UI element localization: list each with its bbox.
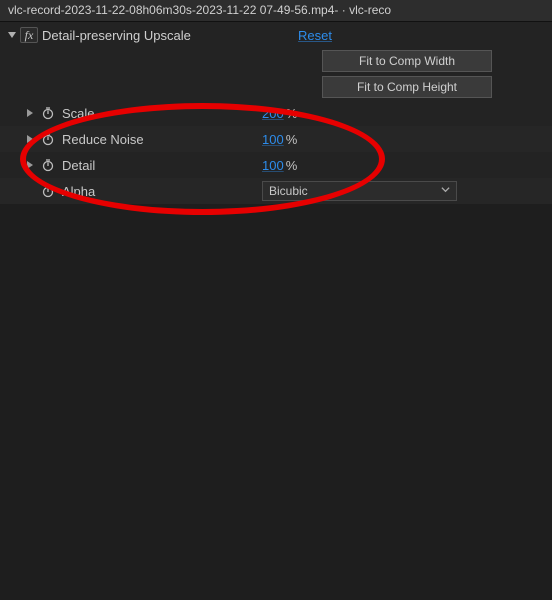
chevron-down-icon <box>441 185 450 197</box>
scale-value[interactable]: 200 <box>262 106 284 121</box>
reset-link[interactable]: Reset <box>298 28 332 43</box>
stopwatch-icon[interactable] <box>40 157 56 173</box>
stopwatch-icon[interactable] <box>40 131 56 147</box>
property-label: Alpha <box>62 184 262 199</box>
unit-label: % <box>286 158 298 173</box>
twirl-right-icon[interactable] <box>24 135 36 143</box>
unit-label: % <box>286 106 298 121</box>
dropdown-selected-label: Bicubic <box>269 184 308 198</box>
property-row-alpha: Alpha Bicubic <box>0 178 552 204</box>
effect-header: fx Detail-preserving Upscale Reset <box>0 22 552 48</box>
fit-to-comp-width-button[interactable]: Fit to Comp Width <box>322 50 492 72</box>
property-label: Scale <box>62 106 262 121</box>
property-row-scale: Scale 200 % <box>0 100 552 126</box>
property-label: Reduce Noise <box>62 132 262 147</box>
window-titlebar: vlc-record-2023-11-22-08h06m30s-2023-11-… <box>0 0 552 22</box>
detail-value[interactable]: 100 <box>262 158 284 173</box>
alpha-dropdown[interactable]: Bicubic <box>262 181 457 201</box>
property-row-detail: Detail 100 % <box>0 152 552 178</box>
effect-controls-panel: fx Detail-preserving Upscale Reset Fit t… <box>0 22 552 204</box>
reduce-noise-value[interactable]: 100 <box>262 132 284 147</box>
effect-name: Detail-preserving Upscale <box>42 28 191 43</box>
twirl-right-icon[interactable] <box>24 109 36 117</box>
unit-label: % <box>286 132 298 147</box>
fx-icon[interactable]: fx <box>20 27 38 43</box>
twirl-down-icon[interactable] <box>6 30 18 40</box>
stopwatch-icon[interactable] <box>40 105 56 121</box>
twirl-right-icon[interactable] <box>24 161 36 169</box>
property-label: Detail <box>62 158 262 173</box>
stopwatch-icon[interactable] <box>40 183 56 199</box>
fit-to-comp-height-button[interactable]: Fit to Comp Height <box>322 76 492 98</box>
property-row-reduce-noise: Reduce Noise 100 % <box>0 126 552 152</box>
